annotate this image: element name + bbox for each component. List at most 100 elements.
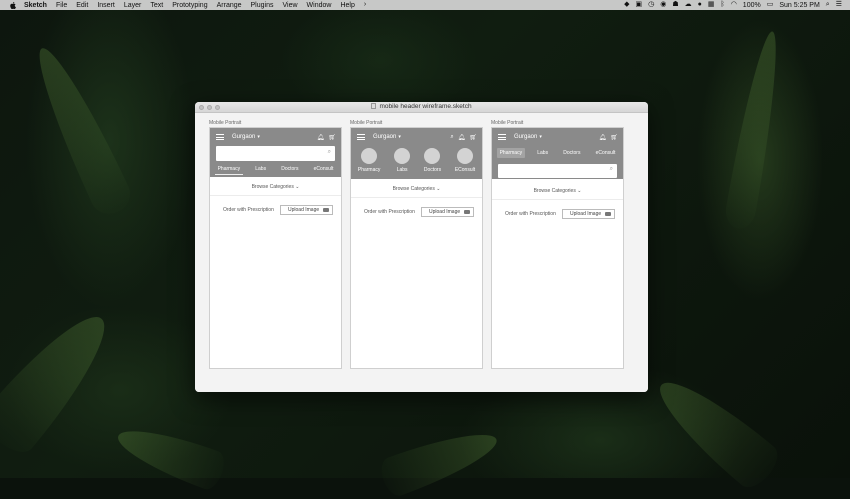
- bell-icon[interactable]: 🔔︎: [458, 134, 466, 141]
- spotlight-search-icon[interactable]: ⌕: [826, 0, 830, 10]
- artboard-label[interactable]: Mobile Portrait: [209, 120, 342, 127]
- bell-icon[interactable]: 🔔︎: [317, 134, 325, 141]
- upload-image-button[interactable]: Upload Image: [280, 205, 333, 215]
- menu-insert[interactable]: Insert: [97, 2, 115, 9]
- menu-plugins[interactable]: Plugins: [251, 2, 274, 9]
- apple-menu-icon[interactable]: [9, 1, 16, 9]
- circle-icon[interactable]: ●: [698, 0, 702, 10]
- sketch-canvas[interactable]: Mobile Portrait Gurgaon ▾ 🔔︎ 🛒︎ ⌕ Pharma…: [195, 113, 648, 392]
- artboard-2[interactable]: Mobile Portrait Gurgaon ▾ ⌕ 🔔︎ 🛒︎ Pharma…: [350, 120, 483, 369]
- menu-text[interactable]: Text: [150, 2, 163, 9]
- artboard-frame[interactable]: Gurgaon ▾ ⌕ 🔔︎ 🛒︎ Pharmacy Labs Doctors E…: [350, 127, 483, 369]
- lock-icon[interactable]: ▣: [636, 0, 643, 10]
- camera-icon: [605, 212, 611, 216]
- artboard-1[interactable]: Mobile Portrait Gurgaon ▾ 🔔︎ 🛒︎ ⌕ Pharma…: [209, 120, 342, 369]
- tab-doctors[interactable]: Doctors: [560, 148, 583, 158]
- artboard-label[interactable]: Mobile Portrait: [491, 120, 624, 127]
- order-with-prescription-label: Order with Prescription: [223, 207, 274, 213]
- menu-app-name[interactable]: Sketch: [24, 2, 47, 9]
- category-icon: [456, 148, 473, 164]
- category-doctors[interactable]: Doctors: [424, 148, 441, 173]
- menu-bar: Sketch File Edit Insert Layer Text Proto…: [0, 0, 850, 10]
- artboard-frame[interactable]: Gurgaon ▾ 🔔︎ 🛒︎ Pharmacy Labs Doctors eCo…: [491, 127, 624, 369]
- hamburger-icon[interactable]: [216, 134, 224, 140]
- window-titlebar[interactable]: mobile header wireframe.sketch: [195, 102, 648, 113]
- menu-view[interactable]: View: [282, 2, 297, 9]
- cart-icon[interactable]: 🛒︎: [328, 134, 336, 141]
- menu-prototyping[interactable]: Prototyping: [172, 2, 207, 9]
- bell-icon[interactable]: 🔔︎: [599, 134, 607, 141]
- category-icon: [361, 148, 378, 164]
- wallpaper-leaf: [722, 28, 788, 232]
- menu-edit[interactable]: Edit: [76, 2, 88, 9]
- chevron-right-icon[interactable]: ›: [364, 0, 366, 10]
- category-tabs: Pharmacy Labs Doctors eConsult: [492, 146, 623, 160]
- upload-image-label: Upload Image: [570, 211, 602, 217]
- cart-icon[interactable]: 🛒︎: [610, 134, 618, 141]
- sketch-window: mobile header wireframe.sketch Mobile Po…: [195, 102, 648, 392]
- browse-categories[interactable]: Browse Categories ⌄: [210, 183, 341, 191]
- menu-arrange[interactable]: Arrange: [217, 2, 242, 9]
- upload-image-button[interactable]: Upload Image: [421, 207, 474, 217]
- wifi-icon[interactable]: ◠: [731, 0, 737, 10]
- timer-icon[interactable]: ◷: [648, 0, 654, 10]
- window-title-text: mobile header wireframe.sketch: [379, 103, 472, 110]
- prescription-row: Order with Prescription Upload Image: [210, 205, 341, 215]
- category-econsult[interactable]: EConsult: [455, 148, 475, 173]
- search-icon[interactable]: ⌕: [450, 134, 453, 141]
- tab-pharmacy[interactable]: Pharmacy: [214, 164, 244, 175]
- browse-categories[interactable]: Browse Categories ⌄: [492, 187, 623, 195]
- artboard-label[interactable]: Mobile Portrait: [350, 120, 483, 127]
- search-input[interactable]: ⌕: [498, 164, 617, 178]
- menu-file[interactable]: File: [56, 2, 67, 9]
- menu-layer[interactable]: Layer: [124, 2, 142, 9]
- category-icon: [424, 148, 441, 164]
- location-selector[interactable]: Gurgaon ▾: [373, 134, 401, 140]
- prescription-row: Order with Prescription Upload Image: [351, 207, 482, 217]
- artboard-frame[interactable]: Gurgaon▾ 🔔︎ 🛒︎ ⌕ Pharmacy Labs Doctors: [209, 127, 342, 369]
- order-with-prescription-label: Order with Prescription: [364, 209, 415, 215]
- menu-help[interactable]: Help: [340, 2, 354, 9]
- menu-clock[interactable]: Sun 5:25 PM: [779, 2, 819, 9]
- hamburger-icon[interactable]: [357, 134, 365, 140]
- search-input[interactable]: ⌕: [216, 146, 335, 161]
- mobile-header: Gurgaon ▾ 🔔︎ 🛒︎ Pharmacy Labs Doctors eCo…: [492, 128, 623, 179]
- hamburger-icon[interactable]: [498, 134, 506, 140]
- eye-icon[interactable]: ◉: [660, 0, 666, 10]
- tab-econsult[interactable]: eConsult: [593, 148, 619, 158]
- location-selector[interactable]: Gurgaon ▾: [232, 134, 260, 140]
- location-selector[interactable]: Gurgaon ▾: [514, 134, 542, 140]
- status-area: ◆ ▣ ◷ ◉ ☗ ☁ ● ▦ ᛒ ◠ 100% ▭ Sun 5:25 PM ⌕…: [624, 0, 842, 10]
- grid-icon[interactable]: ▦: [708, 0, 715, 10]
- ghost-icon[interactable]: ☗: [672, 0, 678, 10]
- category-circles: Pharmacy Labs Doctors EConsult: [351, 146, 482, 173]
- tab-doctors[interactable]: Doctors: [278, 164, 301, 174]
- upload-image-label: Upload Image: [288, 207, 320, 213]
- tab-labs[interactable]: Labs: [534, 148, 551, 158]
- wallpaper-leaf: [645, 365, 785, 495]
- menu-window[interactable]: Window: [307, 2, 332, 9]
- dropbox-icon[interactable]: ◆: [624, 0, 629, 10]
- divider: [351, 197, 482, 198]
- tab-labs[interactable]: Labs: [252, 164, 269, 174]
- category-pharmacy[interactable]: Pharmacy: [358, 148, 380, 173]
- location-label: Gurgaon: [514, 134, 538, 140]
- battery-percent[interactable]: 100%: [743, 2, 761, 9]
- battery-icon[interactable]: ▭: [767, 0, 774, 10]
- cloud-icon[interactable]: ☁: [685, 0, 692, 10]
- chevron-down-icon: ▾: [257, 134, 260, 140]
- upload-image-button[interactable]: Upload Image: [562, 209, 615, 219]
- category-labs[interactable]: Labs: [394, 148, 411, 173]
- tab-pharmacy[interactable]: Pharmacy: [496, 148, 526, 158]
- window-title: mobile header wireframe.sketch: [195, 102, 648, 112]
- search-icon: ⌕: [609, 166, 613, 172]
- artboard-3[interactable]: Mobile Portrait Gurgaon ▾ 🔔︎ 🛒︎ Pharmacy…: [491, 120, 624, 369]
- tab-econsult[interactable]: eConsult: [311, 164, 337, 174]
- browse-categories[interactable]: Browse Categories ⌄: [351, 185, 482, 193]
- cart-icon[interactable]: 🛒︎: [469, 134, 477, 141]
- upload-image-label: Upload Image: [429, 209, 461, 215]
- chevron-down-icon: ⌄: [436, 186, 441, 192]
- chevron-down-icon: ⌄: [577, 188, 582, 194]
- bluetooth-icon[interactable]: ᛒ: [720, 0, 724, 10]
- notification-center-icon[interactable]: ☰: [836, 0, 842, 10]
